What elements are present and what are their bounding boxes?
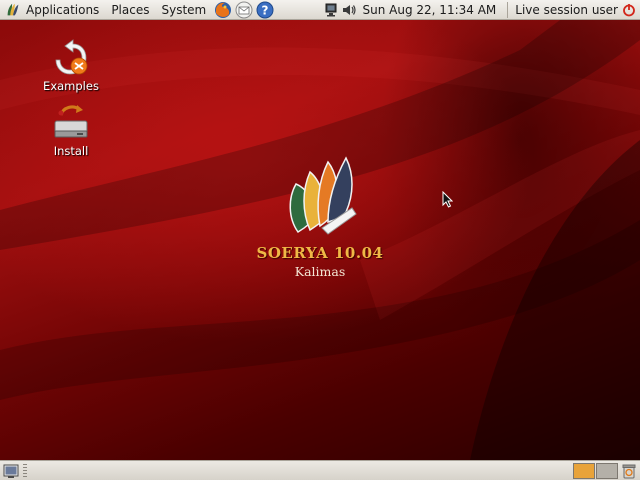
desktop-icon-examples[interactable]: Examples [31,38,111,93]
network-icon[interactable] [323,2,339,18]
system-tray: Sun Aug 22, 11:34 AM Live session user [323,0,640,20]
bottom-panel [0,460,640,480]
install-icon [54,105,88,138]
clock[interactable]: Sun Aug 22, 11:34 AM [359,0,505,20]
desktop-icon-install[interactable]: Install [31,103,111,158]
workspace-switcher [572,462,618,479]
distro-logo-icon [7,3,19,15]
distro-name: SOERYA 10.04 [256,244,384,262]
distro-logo [289,156,357,235]
panel-handle[interactable] [23,463,27,478]
workspace-1[interactable] [573,462,595,479]
places-menu[interactable]: Places [105,0,155,20]
examples-icon [55,39,88,75]
workspace-2[interactable] [596,462,618,479]
mouse-pointer-icon [442,191,453,208]
top-panel: Applications Places System ? Sun Aug 22,… [0,0,640,20]
mail-icon[interactable] [235,1,253,19]
trash-icon[interactable] [621,463,637,479]
desktop[interactable]: Examples Install SOERYA 10.04 Kalimas [0,20,640,460]
panel-separator [507,1,509,18]
desktop-icon-label: Examples [43,79,99,93]
system-menu[interactable]: System [155,0,212,20]
applications-menu[interactable]: Applications [0,0,105,20]
power-icon[interactable] [622,3,636,17]
help-icon[interactable]: ? [256,1,274,19]
user-menu[interactable]: Live session user [511,0,620,20]
show-desktop-icon[interactable] [3,463,19,479]
launchers: ? [214,1,274,19]
volume-icon[interactable] [341,2,357,18]
applications-menu-label: Applications [26,2,100,17]
branding: SOERYA 10.04 Kalimas [250,148,390,279]
svg-text:?: ? [262,3,269,17]
main-menu: Applications Places System [0,0,212,20]
desktop-icon-label: Install [53,144,89,158]
firefox-icon[interactable] [214,1,232,19]
distro-codename: Kalimas [294,264,346,279]
